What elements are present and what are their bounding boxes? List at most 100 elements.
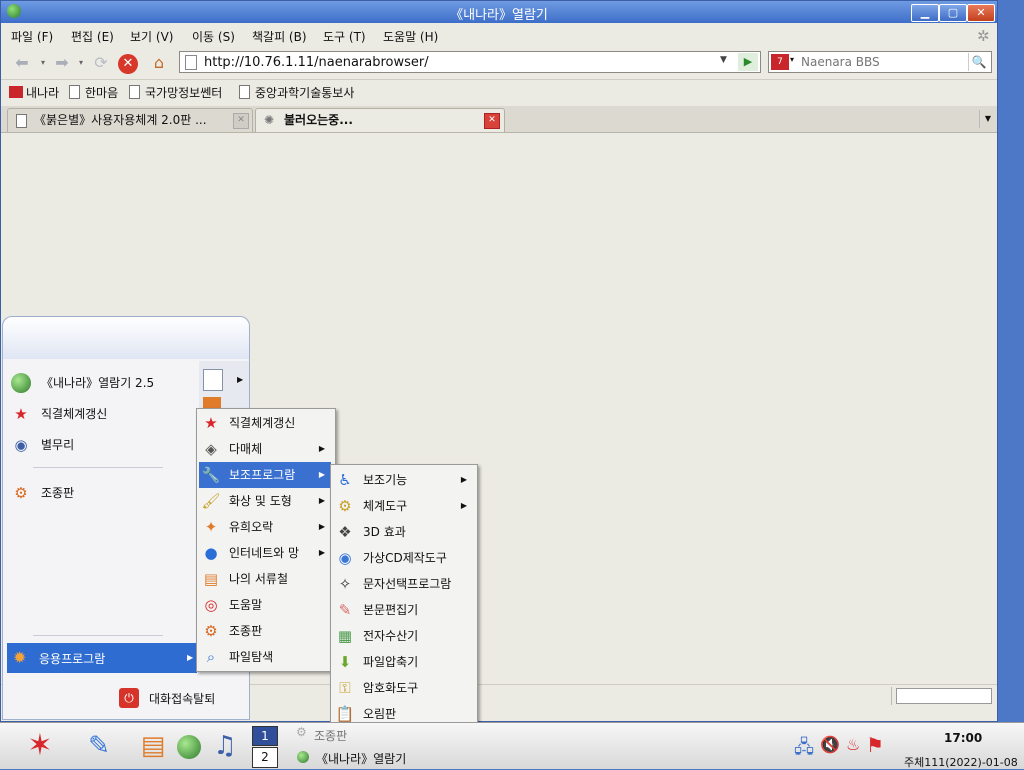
tab-close-icon[interactable]: ✕ bbox=[233, 113, 249, 129]
menu-item-label: 도움말 bbox=[229, 598, 263, 612]
bookmark-central-science-news[interactable]: 중앙과학기술통보사 bbox=[239, 84, 354, 101]
submenu-arrow-icon: ▶ bbox=[318, 496, 325, 505]
menu-item-label: 가상CD제작도구 bbox=[363, 551, 447, 565]
menu-help[interactable]: 도움말 (H) bbox=[383, 28, 438, 45]
menu-item-accessibility[interactable]: ♿ 보조기능 ▶ bbox=[333, 467, 473, 493]
menu-item-text-editor[interactable]: ✎ 본문편집기 bbox=[333, 597, 473, 623]
menu-item-help[interactable]: ◎ 도움말 bbox=[199, 592, 331, 618]
search-engine-dropdown-icon[interactable]: ▾ bbox=[790, 55, 794, 64]
tab-loading[interactable]: ✺ 불러오는중... ✕ bbox=[255, 108, 505, 132]
url-history-dropdown-icon[interactable]: ▼ bbox=[720, 55, 727, 65]
start-item-applications[interactable]: ✹ 응용프로그람 ▶ bbox=[7, 643, 197, 673]
help-icon: ◎ bbox=[204, 596, 218, 614]
home-button[interactable]: ⌂ bbox=[147, 52, 171, 74]
menu-item-multimedia[interactable]: ◈ 다매체 ▶ bbox=[199, 436, 331, 462]
search-icon[interactable]: 🔍 bbox=[968, 53, 989, 71]
menu-item-folder[interactable]: ▤ 나의 서류철 bbox=[199, 566, 331, 592]
accessories-submenu: ♿ 보조기능 ▶ ⚙ 체계도구 ▶ ❖ 3D 효과 ◉ 가상CD제작도구 ✧ 문자선택프로그람 ✎ 본문편… bbox=[330, 464, 478, 726]
search-input[interactable] bbox=[799, 53, 965, 71]
browser-launcher-icon[interactable] bbox=[172, 729, 206, 763]
network-icon[interactable]: 🖧 bbox=[794, 735, 814, 765]
menu-item-internet[interactable]: ● 인터네트와 망 ▶ bbox=[199, 540, 331, 566]
menu-item-calculator[interactable]: ▦ 전자수산기 bbox=[333, 623, 473, 649]
forward-history-dropdown-icon[interactable]: ▾ bbox=[77, 52, 85, 74]
clipboard-icon: 📋 bbox=[335, 705, 355, 723]
bookmark-naenara[interactable]: 내나라 bbox=[9, 84, 59, 101]
close-button[interactable]: ✕ bbox=[967, 4, 995, 22]
start-item-control-panel[interactable]: ⚙ 조종판 bbox=[9, 479, 199, 507]
bookmark-national-network-center[interactable]: 국가망정보쎈터 bbox=[129, 84, 222, 101]
window-title: 《내나라》열람기 bbox=[450, 8, 548, 23]
menu-item-cd[interactable]: ◉ 가상CD제작도구 bbox=[333, 545, 473, 571]
cd-icon: ◉ bbox=[338, 549, 352, 567]
start-item-byeolmuri[interactable]: ◉ 별무리 bbox=[9, 431, 199, 459]
page-icon bbox=[16, 114, 27, 128]
menu-item-control-panel[interactable]: ⚙ 조종판 bbox=[199, 618, 331, 644]
back-button[interactable]: ⬅ bbox=[7, 52, 37, 74]
clock-time[interactable]: 17:00 bbox=[944, 731, 982, 745]
menu-item-archive[interactable]: ⬇ 파일압축기 bbox=[333, 649, 473, 675]
menu-item-encrypt[interactable]: ⚿ 암호화도구 bbox=[333, 675, 473, 701]
menu-go[interactable]: 이동 (S) bbox=[192, 28, 235, 45]
menu-item-game[interactable]: ✦ 유희오락 ▶ bbox=[199, 514, 331, 540]
menu-item-3d-effect[interactable]: ❖ 3D 효과 bbox=[333, 519, 473, 545]
menu-item-system-tools[interactable]: ⚙ 체계도구 ▶ bbox=[333, 493, 473, 519]
menu-file[interactable]: 파일 (F) bbox=[11, 28, 53, 45]
text-editor-launcher-icon[interactable]: ✎ bbox=[82, 729, 116, 763]
stop-button[interactable]: ✕ bbox=[118, 54, 138, 74]
search-box[interactable]: 7 ▾ 🔍 bbox=[768, 51, 992, 73]
start-item-direct-update[interactable]: ★ 직결체계갱신 bbox=[9, 400, 199, 428]
reload-button[interactable]: ⟳ bbox=[89, 52, 113, 74]
menu-item-tools[interactable]: 🔧 보조프로그람 ▶ bbox=[199, 462, 331, 488]
back-history-dropdown-icon[interactable]: ▾ bbox=[39, 52, 47, 74]
image-icon: 🖌 bbox=[201, 492, 221, 510]
logout-label: 대화접속탈퇴 bbox=[149, 692, 216, 706]
tab-redstar-guide[interactable]: 《붉은별》사용자용체계 2.0판 ... ✕ bbox=[7, 108, 253, 132]
maximize-button[interactable]: ▢ bbox=[939, 4, 967, 22]
start-menu-separator bbox=[33, 467, 163, 468]
applications-submenu: ★ 직결체계갱신 ◈ 다매체 ▶ 🔧 보조프로그람 ▶ 🖌 화상 및 도형 ▶ ✦ 유희오락 ▶ ● 인터네트… bbox=[196, 408, 336, 672]
bookmark-hanmaeum[interactable]: 한마음 bbox=[69, 84, 118, 101]
task-naenara-browser[interactable]: 《내나라》열람기 bbox=[292, 747, 532, 767]
workspace-1-button[interactable]: 1 bbox=[252, 726, 278, 746]
progress-field bbox=[896, 688, 992, 704]
3d-effect-icon: ❖ bbox=[338, 523, 352, 541]
menu-bookmarks[interactable]: 책갈피 (B) bbox=[252, 28, 307, 45]
menu-item-label: 나의 서류철 bbox=[229, 572, 289, 586]
task-control-panel[interactable]: ⚙ 조종판 bbox=[292, 725, 472, 743]
group-icon: ◉ bbox=[14, 436, 28, 454]
go-button[interactable]: ▶ bbox=[738, 53, 758, 71]
forward-button[interactable]: ➡ bbox=[47, 52, 77, 74]
minimize-button[interactable]: ▁ bbox=[911, 4, 939, 22]
flag-icon[interactable]: ⚑ bbox=[866, 733, 884, 757]
text-editor-icon: ✎ bbox=[338, 601, 352, 619]
update-notifier-icon[interactable]: ♨ bbox=[846, 735, 860, 754]
submenu-arrow-icon: ▶ bbox=[237, 375, 244, 384]
tab-close-icon[interactable]: ✕ bbox=[484, 113, 500, 129]
menu-edit[interactable]: 편집 (E) bbox=[71, 28, 114, 45]
start-item-label: 응용프로그람 bbox=[39, 652, 106, 666]
menu-tools[interactable]: 도구 (T) bbox=[323, 28, 366, 45]
logout-button[interactable]: ⏻ 대화접속탈퇴 bbox=[113, 685, 243, 711]
menu-item-char-select[interactable]: ✧ 문자선택프로그람 bbox=[333, 571, 473, 597]
start-item-naenara-browser[interactable]: 《내나라》열람기 2.5 bbox=[9, 369, 199, 397]
search-engine-icon[interactable]: 7 bbox=[771, 54, 789, 70]
menu-item-label: 조종판 bbox=[229, 624, 263, 638]
menu-item-image[interactable]: 🖌 화상 및 도형 ▶ bbox=[199, 488, 331, 514]
menu-item-label: 보조기능 bbox=[363, 473, 408, 487]
menu-view[interactable]: 보기 (V) bbox=[130, 28, 173, 45]
title-bar[interactable]: 《내나라》열람기 ▁ ▢ ✕ bbox=[1, 1, 997, 23]
menu-item-star[interactable]: ★ 직결체계갱신 bbox=[199, 410, 331, 436]
volume-muted-icon[interactable]: 🔇 bbox=[820, 735, 840, 754]
workspace-2-button[interactable]: 2 bbox=[252, 747, 278, 768]
start-button-redstar-icon[interactable]: ✶ bbox=[10, 729, 70, 763]
throbber-icon: ✲ bbox=[977, 27, 990, 45]
documents-folder-launcher-icon[interactable]: ▤ bbox=[136, 729, 170, 763]
menu-item-label: 보조프로그람 bbox=[229, 468, 296, 482]
menu-bar: 파일 (F) 편집 (E) 보기 (V) 이동 (S) 책갈피 (B) 도구 (… bbox=[1, 25, 997, 47]
url-bar[interactable]: http://10.76.1.11/naenarabrowser/ ▼ ▶ bbox=[179, 51, 761, 73]
media-player-launcher-icon[interactable]: ♫ bbox=[208, 729, 242, 763]
menu-item-file-search[interactable]: ⌕ 파일탐색 bbox=[199, 644, 331, 670]
task-label: 조종판 bbox=[314, 729, 348, 743]
tab-list-dropdown-icon[interactable]: ▼ bbox=[979, 110, 996, 128]
